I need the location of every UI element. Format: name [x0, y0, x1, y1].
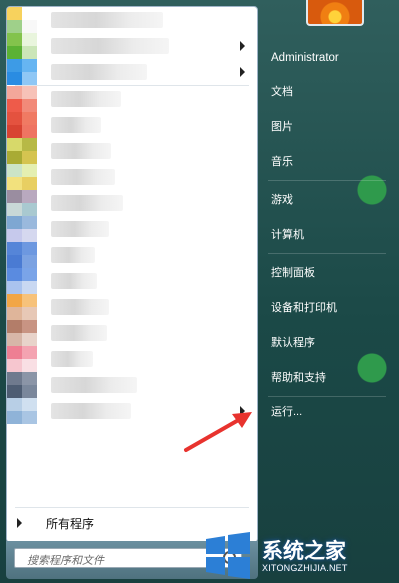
program-item[interactable]	[7, 7, 257, 33]
program-item[interactable]	[7, 86, 257, 112]
run-link[interactable]: 运行...	[262, 401, 382, 423]
program-icon	[7, 372, 37, 398]
music-link[interactable]: 音乐	[262, 151, 382, 173]
devices-printers-link[interactable]: 设备和打印机	[262, 297, 382, 319]
documents-link[interactable]: 文档	[262, 81, 382, 103]
windows-logo-icon	[206, 532, 250, 579]
program-icon	[7, 59, 37, 85]
program-item[interactable]	[7, 216, 257, 242]
site-watermark: 系统之家 XITONGZHIJIA.NET	[202, 525, 399, 583]
program-item[interactable]	[7, 242, 257, 268]
user-name-link[interactable]: Administrator	[262, 47, 382, 69]
program-icon	[7, 398, 37, 424]
program-item[interactable]	[7, 268, 257, 294]
program-item[interactable]	[7, 164, 257, 190]
program-item[interactable]	[7, 346, 257, 372]
all-programs-label: 所有程序	[46, 516, 95, 531]
annotation-arrow-icon	[184, 412, 252, 452]
program-icon	[7, 294, 37, 320]
program-icon	[7, 216, 37, 242]
program-icon	[7, 138, 37, 164]
program-icon	[7, 112, 37, 138]
program-icon	[7, 86, 37, 112]
program-icon	[7, 268, 37, 294]
program-icon	[7, 346, 37, 372]
program-item[interactable]	[7, 294, 257, 320]
program-icon	[7, 164, 37, 190]
program-icon	[7, 7, 37, 33]
submenu-arrow-icon	[240, 67, 245, 77]
program-icon	[7, 190, 37, 216]
menu-divider	[268, 396, 386, 397]
games-link[interactable]: 游戏	[262, 189, 382, 211]
program-item[interactable]	[7, 320, 257, 346]
program-item[interactable]	[7, 372, 257, 398]
help-support-link[interactable]: 帮助和支持	[262, 367, 382, 389]
program-icon	[7, 242, 37, 268]
watermark-url: XITONGZHIJIA.NET	[262, 563, 348, 573]
program-item[interactable]	[7, 138, 257, 164]
program-icon	[7, 320, 37, 346]
play-arrow-icon	[17, 518, 22, 528]
programs-panel: 所有程序	[6, 6, 258, 543]
places-panel: Administrator 文档 图片 音乐 游戏 计算机 控制面板 设备和打印…	[262, 0, 399, 540]
computer-link[interactable]: 计算机	[262, 224, 382, 246]
program-item[interactable]	[7, 33, 257, 59]
default-programs-link[interactable]: 默认程序	[262, 332, 382, 354]
menu-divider	[268, 253, 386, 254]
program-item[interactable]	[7, 112, 257, 138]
watermark-title: 系统之家	[262, 539, 346, 563]
program-item[interactable]	[7, 59, 257, 85]
program-item[interactable]	[7, 190, 257, 216]
menu-divider	[268, 180, 386, 181]
submenu-arrow-icon	[240, 41, 245, 51]
program-icon	[7, 33, 37, 59]
pictures-link[interactable]: 图片	[262, 116, 382, 138]
list-divider	[15, 507, 249, 508]
control-panel-link[interactable]: 控制面板	[262, 262, 382, 284]
